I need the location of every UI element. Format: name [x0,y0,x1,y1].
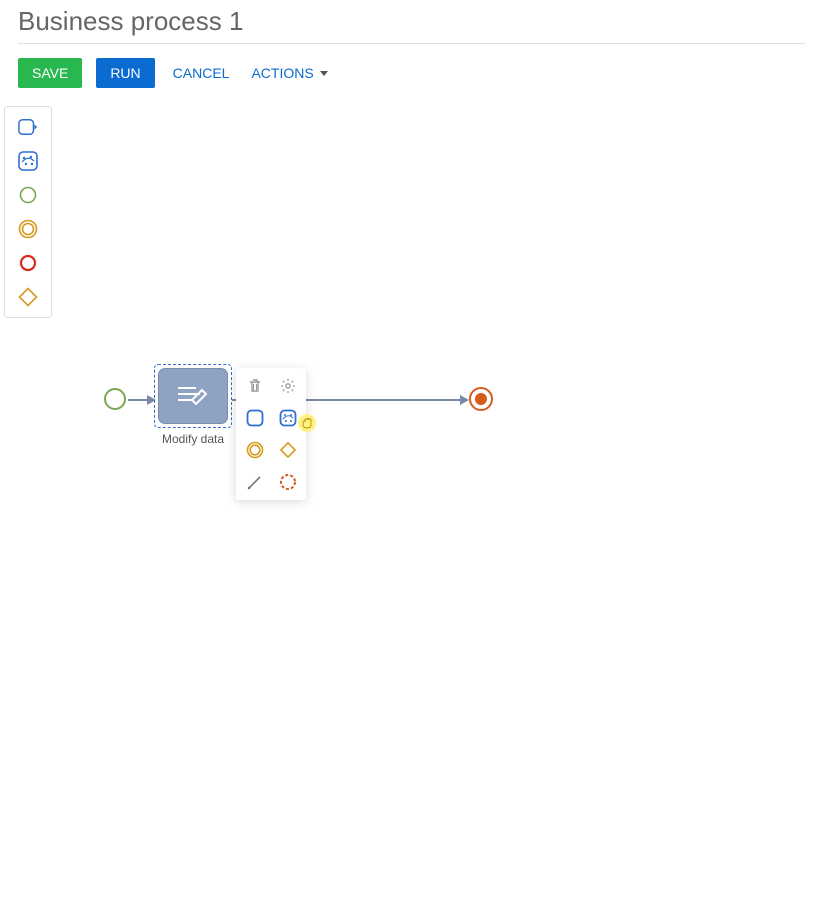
toolbar: SAVE RUN CANCEL ACTIONS [0,44,823,102]
node-context-menu [236,368,306,500]
add-script-task[interactable] [278,408,298,428]
task-label: Modify data [154,432,232,446]
gear-icon [280,378,296,394]
arrow-head-icon [460,395,469,405]
connector-icon [246,473,264,491]
add-gateway[interactable] [278,440,298,460]
start-event-node[interactable] [104,388,126,410]
selection-outline [154,364,232,428]
cancel-button[interactable]: CANCEL [169,58,234,88]
delete-action[interactable] [245,376,265,396]
actions-label: ACTIONS [251,65,313,81]
end-event-node[interactable] [469,387,493,411]
process-canvas[interactable]: Modify data [0,106,823,915]
modify-data-icon [176,382,210,410]
sequence-flow[interactable] [128,399,148,401]
add-intermediate-event[interactable] [245,440,265,460]
trash-icon [247,378,263,394]
add-end-event[interactable] [278,472,298,492]
actions-dropdown[interactable]: ACTIONS [247,58,331,88]
settings-action[interactable] [278,376,298,396]
add-user-task[interactable] [245,408,265,428]
page-title: Business process 1 [18,6,805,37]
save-button[interactable]: SAVE [18,58,82,88]
caret-down-icon [320,71,328,76]
add-connector[interactable] [245,472,265,492]
task-body [158,368,228,424]
run-button[interactable]: RUN [96,58,154,88]
task-node-modify-data[interactable]: Modify data [154,364,232,446]
